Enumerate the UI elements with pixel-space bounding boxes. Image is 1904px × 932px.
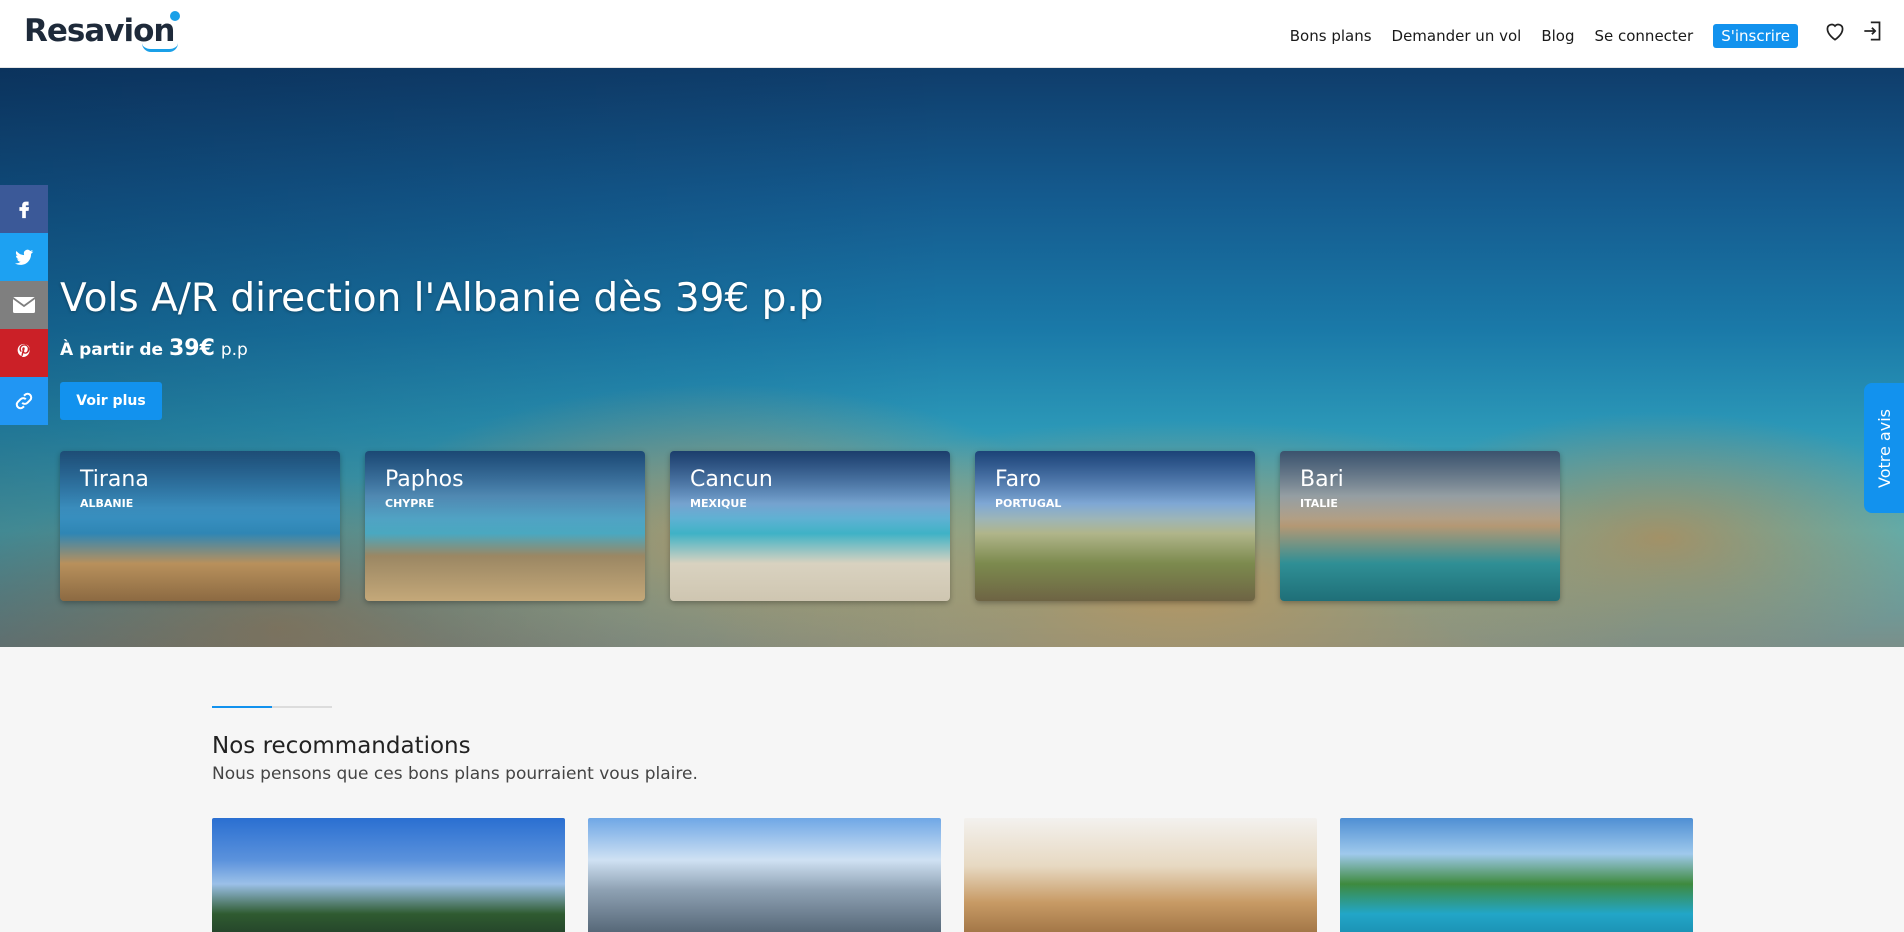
- logo-swoosh: [142, 43, 179, 52]
- destination-card-cancun[interactable]: Cancun MEXIQUE: [670, 451, 950, 601]
- section-divider: [212, 706, 332, 708]
- price-prefix: À partir de: [60, 340, 164, 360]
- recommendations-title: Nos recommandations: [212, 733, 471, 759]
- nav-se-connecter[interactable]: Se connecter: [1594, 27, 1693, 45]
- feedback-label: Votre avis: [1874, 408, 1894, 488]
- recommendation-card[interactable]: [964, 818, 1317, 932]
- price-suffix: p.p: [220, 340, 248, 360]
- share-facebook-button[interactable]: [0, 185, 48, 233]
- hero-banner: Vols A/R direction l'Albanie dès 39€ p.p…: [0, 68, 1904, 647]
- destination-country: ITALIE: [1300, 497, 1338, 510]
- hero-price-line: À partir de 39€ p.p: [60, 336, 248, 361]
- destination-card-bari[interactable]: Bari ITALIE: [1280, 451, 1560, 601]
- destination-city: Paphos: [385, 467, 464, 492]
- destination-card-tirana[interactable]: Tirana ALBANIE: [60, 451, 340, 601]
- link-icon: [15, 392, 33, 410]
- share-link-button[interactable]: [0, 377, 48, 425]
- nav-blog[interactable]: Blog: [1541, 27, 1574, 45]
- destination-country: CHYPRE: [385, 497, 435, 510]
- heart-icon[interactable]: [1822, 18, 1848, 44]
- login-icon[interactable]: [1860, 18, 1886, 44]
- destination-country: PORTUGAL: [995, 497, 1062, 510]
- logo-dot: [170, 11, 181, 21]
- share-pinterest-button[interactable]: [0, 329, 48, 377]
- recommendation-card[interactable]: [588, 818, 941, 932]
- twitter-icon: [14, 249, 34, 265]
- destination-country: ALBANIE: [80, 497, 134, 510]
- destination-city: Tirana: [80, 467, 149, 492]
- feedback-tab[interactable]: Votre avis: [1864, 383, 1904, 513]
- nav-bons-plans[interactable]: Bons plans: [1290, 27, 1372, 45]
- destination-card-paphos[interactable]: Paphos CHYPRE: [365, 451, 645, 601]
- resavion-logo[interactable]: Resavion: [24, 11, 181, 52]
- mail-icon: [12, 297, 36, 313]
- site-header: Resavion Bons plans Demander un vol Blog…: [0, 0, 1904, 68]
- nav-demander-un-vol[interactable]: Demander un vol: [1392, 27, 1522, 45]
- destination-country: MEXIQUE: [690, 497, 747, 510]
- destination-cards: Tirana ALBANIE Paphos CHYPRE Cancun MEXI…: [60, 451, 1560, 601]
- share-twitter-button[interactable]: [0, 233, 48, 281]
- destination-card-faro[interactable]: Faro PORTUGAL: [975, 451, 1255, 601]
- pinterest-icon: [17, 343, 30, 358]
- voir-plus-button[interactable]: Voir plus: [60, 382, 162, 420]
- recommendation-cards: [212, 818, 1693, 932]
- recommendation-card[interactable]: [212, 818, 565, 932]
- destination-city: Bari: [1300, 467, 1344, 492]
- destination-city: Cancun: [690, 467, 773, 492]
- destination-city: Faro: [995, 467, 1042, 492]
- signup-button[interactable]: S'inscrire: [1713, 24, 1798, 48]
- hero-price: 39€: [168, 336, 215, 361]
- facebook-icon: [19, 201, 30, 219]
- share-email-button[interactable]: [0, 281, 48, 329]
- main-nav: Bons plans Demander un vol Blog Se conne…: [1290, 24, 1798, 48]
- hero-title: Vols A/R direction l'Albanie dès 39€ p.p: [60, 276, 824, 321]
- recommendation-card[interactable]: [1340, 818, 1693, 932]
- recommendations-subtitle: Nous pensons que ces bons plans pourraie…: [212, 764, 698, 784]
- social-share-bar: [0, 185, 48, 425]
